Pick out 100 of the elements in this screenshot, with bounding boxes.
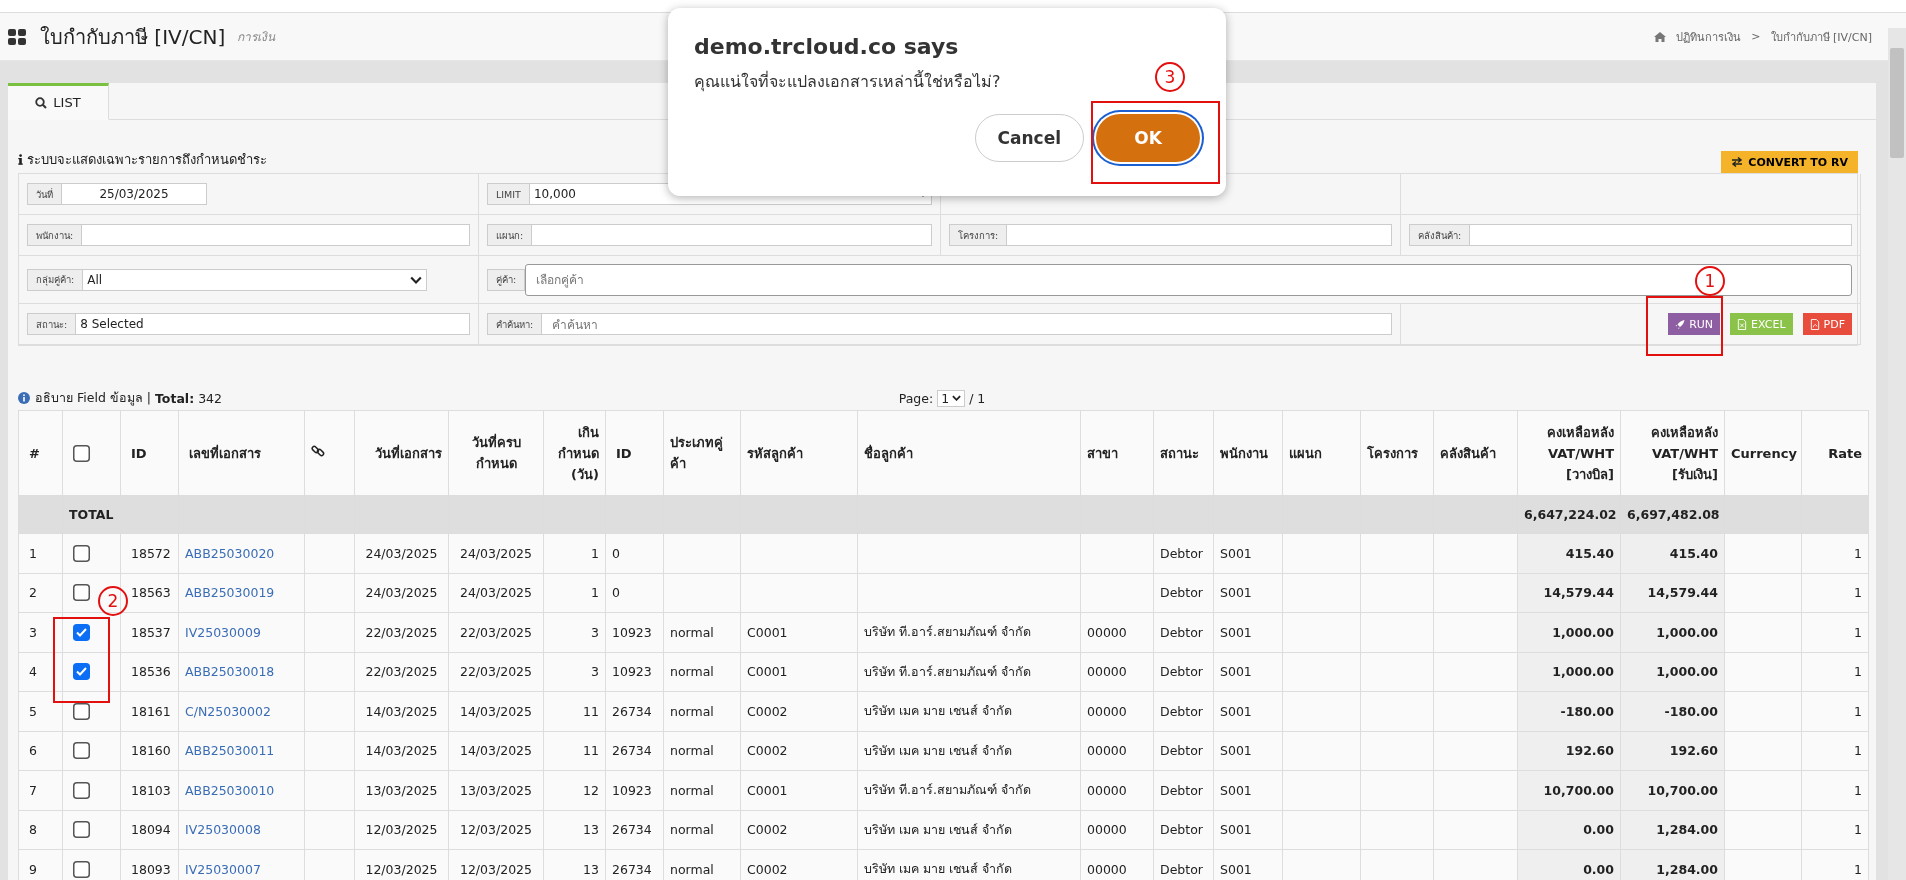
pdf-button[interactable]: PDF bbox=[1802, 313, 1852, 335]
table-cell: 14,579.44 bbox=[1620, 573, 1725, 613]
department-field[interactable] bbox=[532, 224, 932, 246]
table-cell: normal bbox=[663, 770, 741, 810]
row-checkbox[interactable] bbox=[73, 584, 90, 602]
employee-field[interactable] bbox=[82, 224, 470, 246]
row-number: 8 bbox=[18, 810, 63, 850]
project-field[interactable] bbox=[1007, 224, 1392, 246]
scrollbar[interactable] bbox=[1888, 28, 1906, 880]
table-cell: S001 bbox=[1213, 731, 1283, 771]
page-select[interactable]: 1 bbox=[937, 389, 966, 407]
row-checkbox[interactable] bbox=[73, 781, 90, 799]
table-cell: S001 bbox=[1213, 810, 1283, 850]
select-all-checkbox[interactable] bbox=[73, 444, 90, 462]
column-header: โครงการ bbox=[1360, 410, 1434, 496]
annotation-number: 2 bbox=[98, 586, 128, 616]
column-header: สาขา bbox=[1080, 410, 1154, 496]
table-cell: 3 bbox=[543, 612, 606, 652]
table-cell: 26734 bbox=[605, 810, 664, 850]
link-icon bbox=[311, 443, 325, 458]
home-icon[interactable] bbox=[1654, 31, 1667, 42]
row-number: 9 bbox=[18, 849, 63, 880]
notice-text: ระบบจะแสดงเฉพาะรายการถึงกำหนดชำระ bbox=[27, 151, 267, 169]
table-cell: S001 bbox=[1213, 691, 1283, 731]
table-cell: 14/03/2025 bbox=[354, 731, 449, 771]
row-checkbox[interactable] bbox=[73, 702, 90, 720]
dialog-message: คุณแน่ใจที่จะแปลงเอกสารเหล่านี้ใช่หรือไม่? bbox=[694, 69, 1001, 94]
page-count: / 1 bbox=[969, 390, 986, 406]
table-cell: 0.00 bbox=[1517, 849, 1621, 880]
table-cell: 18563 bbox=[120, 573, 179, 613]
breadcrumb-separator: > bbox=[1751, 30, 1761, 43]
table-cell: 14/03/2025 bbox=[448, 691, 544, 731]
table-cell: บริษัท ที.อาร์.สยามภัณฑ์ จำกัด bbox=[857, 770, 1081, 810]
table-cell: 11 bbox=[543, 731, 606, 771]
date-field[interactable]: 25/03/2025 bbox=[62, 183, 207, 205]
table-cell: 12 bbox=[543, 770, 606, 810]
table-cell: 1 bbox=[1801, 731, 1869, 771]
table-cell: -180.00 bbox=[1517, 691, 1621, 731]
table-cell: 1,284.00 bbox=[1620, 849, 1725, 880]
table-cell: 00000 bbox=[1080, 691, 1154, 731]
column-header: Currency bbox=[1724, 410, 1802, 496]
field-label: สถานะ: bbox=[27, 313, 77, 335]
table-cell: 1 bbox=[1801, 533, 1869, 573]
table-cell: 10923 bbox=[605, 652, 664, 692]
info-icon bbox=[18, 154, 23, 165]
row-checkbox[interactable] bbox=[73, 860, 90, 878]
row-number: 6 bbox=[18, 731, 63, 771]
column-header: พนักงาน bbox=[1213, 410, 1283, 496]
table-cell: 0 bbox=[605, 533, 664, 573]
table-cell: 1 bbox=[1801, 691, 1869, 731]
table-cell: 12/03/2025 bbox=[448, 810, 544, 850]
table-cell: 1,000.00 bbox=[1517, 652, 1621, 692]
info-icon bbox=[18, 392, 30, 404]
table-cell: 1 bbox=[543, 573, 606, 613]
table-cell: normal bbox=[663, 691, 741, 731]
table-cell: 10,700.00 bbox=[1620, 770, 1725, 810]
row-number: 2 bbox=[18, 573, 63, 613]
rocket-icon bbox=[1675, 318, 1686, 330]
table-cell: 1,000.00 bbox=[1620, 652, 1725, 692]
table-cell: Debtor bbox=[1153, 533, 1214, 573]
row-checkbox[interactable] bbox=[73, 544, 90, 562]
run-button[interactable]: RUN bbox=[1668, 313, 1721, 335]
column-header: ID bbox=[605, 410, 664, 496]
status-field[interactable]: 8 Selected bbox=[76, 313, 470, 335]
table-cell: 00000 bbox=[1080, 770, 1154, 810]
table-cell: 14/03/2025 bbox=[448, 731, 544, 771]
table-cell: บริษัท ที.อาร์.สยามภัณฑ์ จำกัด bbox=[857, 612, 1081, 652]
table-cell: 00000 bbox=[1080, 731, 1154, 771]
field-label: พนักงาน: bbox=[27, 224, 83, 246]
breadcrumb-link[interactable]: ปฏิทินการเงิน bbox=[1676, 27, 1742, 46]
table-cell: 1,000.00 bbox=[1620, 612, 1725, 652]
table-cell: 22/03/2025 bbox=[448, 612, 544, 652]
table-cell: 10923 bbox=[605, 770, 664, 810]
field-label: วันที่ bbox=[27, 183, 62, 205]
table-cell: Debtor bbox=[1153, 731, 1214, 771]
customer-group-select[interactable]: All bbox=[83, 268, 427, 291]
field-label: คลังสินค้า: bbox=[1409, 224, 1471, 246]
table-cell: 0 bbox=[605, 573, 664, 613]
warehouse-field[interactable] bbox=[1470, 224, 1852, 246]
search-field[interactable]: คำค้นหา bbox=[542, 313, 1392, 335]
table-cell: 3 bbox=[543, 652, 606, 692]
row-checkbox[interactable] bbox=[73, 663, 90, 681]
table-cell: C0001 bbox=[740, 770, 858, 810]
row-checkbox[interactable] bbox=[73, 821, 90, 839]
table-cell: S001 bbox=[1213, 533, 1283, 573]
total-amount: 6,697,482.08 bbox=[1620, 495, 1725, 534]
field-label: กลุ่มคู่ค้า: bbox=[27, 268, 84, 291]
table-cell: 13 bbox=[543, 810, 606, 850]
caret-icon bbox=[410, 275, 422, 284]
row-checkbox[interactable] bbox=[73, 742, 90, 760]
table-cell: 24/03/2025 bbox=[354, 573, 449, 613]
table-cell: 1 bbox=[1801, 652, 1869, 692]
table-cell: 22/03/2025 bbox=[354, 612, 449, 652]
column-header: แผนก bbox=[1282, 410, 1361, 496]
row-checkbox[interactable] bbox=[73, 623, 90, 641]
grid-icon[interactable] bbox=[8, 28, 26, 45]
table-cell: 00000 bbox=[1080, 652, 1154, 692]
convert-button[interactable]: CONVERT TO RV bbox=[1721, 151, 1858, 173]
list-tab[interactable]: LIST bbox=[8, 83, 109, 120]
cancel-button[interactable]: Cancel bbox=[974, 114, 1084, 162]
